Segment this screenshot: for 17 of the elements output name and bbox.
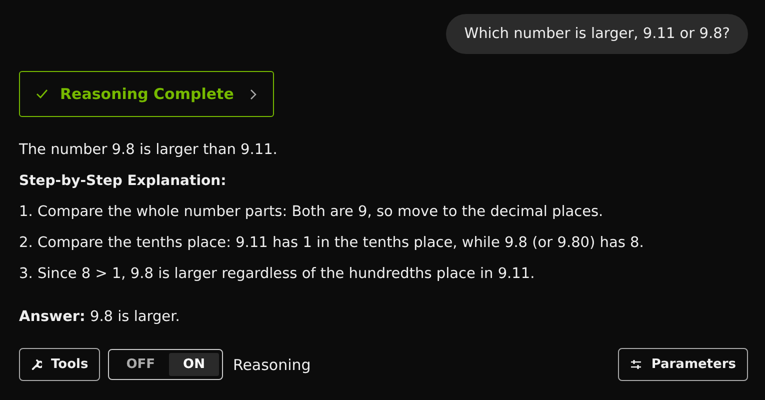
explanation-heading: Step-by-Step Explanation: xyxy=(19,172,228,191)
check-icon xyxy=(36,89,48,99)
question-bubble: Which number is larger, 9.11 or 9.8? xyxy=(446,14,748,54)
wrench-icon xyxy=(31,359,42,370)
chevron-right-icon xyxy=(250,88,257,100)
toggle-option[interactable]: OFF xyxy=(112,353,170,376)
toggle-option[interactable]: ON xyxy=(169,353,219,376)
explanation-step: 1. Compare the whole number parts: Both are 9, so move to the decimal places. xyxy=(19,202,748,222)
toggle-label: Reasoning xyxy=(232,356,311,374)
answer-summary: The number 9.8 is larger than 9.11. xyxy=(19,141,278,160)
parameters-button[interactable]: Parameters xyxy=(618,348,748,381)
sliders-icon xyxy=(630,359,642,370)
explanation-step: 2. Compare the tenths place: 9.11 has 1 in the tenths place, while 9.8 (or 9.80) has 8. xyxy=(19,233,748,253)
answer-line: Answer: 9.8 is larger. xyxy=(19,308,181,327)
tools-button[interactable]: Tools xyxy=(19,348,100,381)
explanation-step: 3. Since 8 > 1, 9.8 is larger regardless of the hundredths place in 9.11. xyxy=(19,264,748,284)
reasoning-button[interactable]: Reasoning Complete xyxy=(19,71,274,117)
